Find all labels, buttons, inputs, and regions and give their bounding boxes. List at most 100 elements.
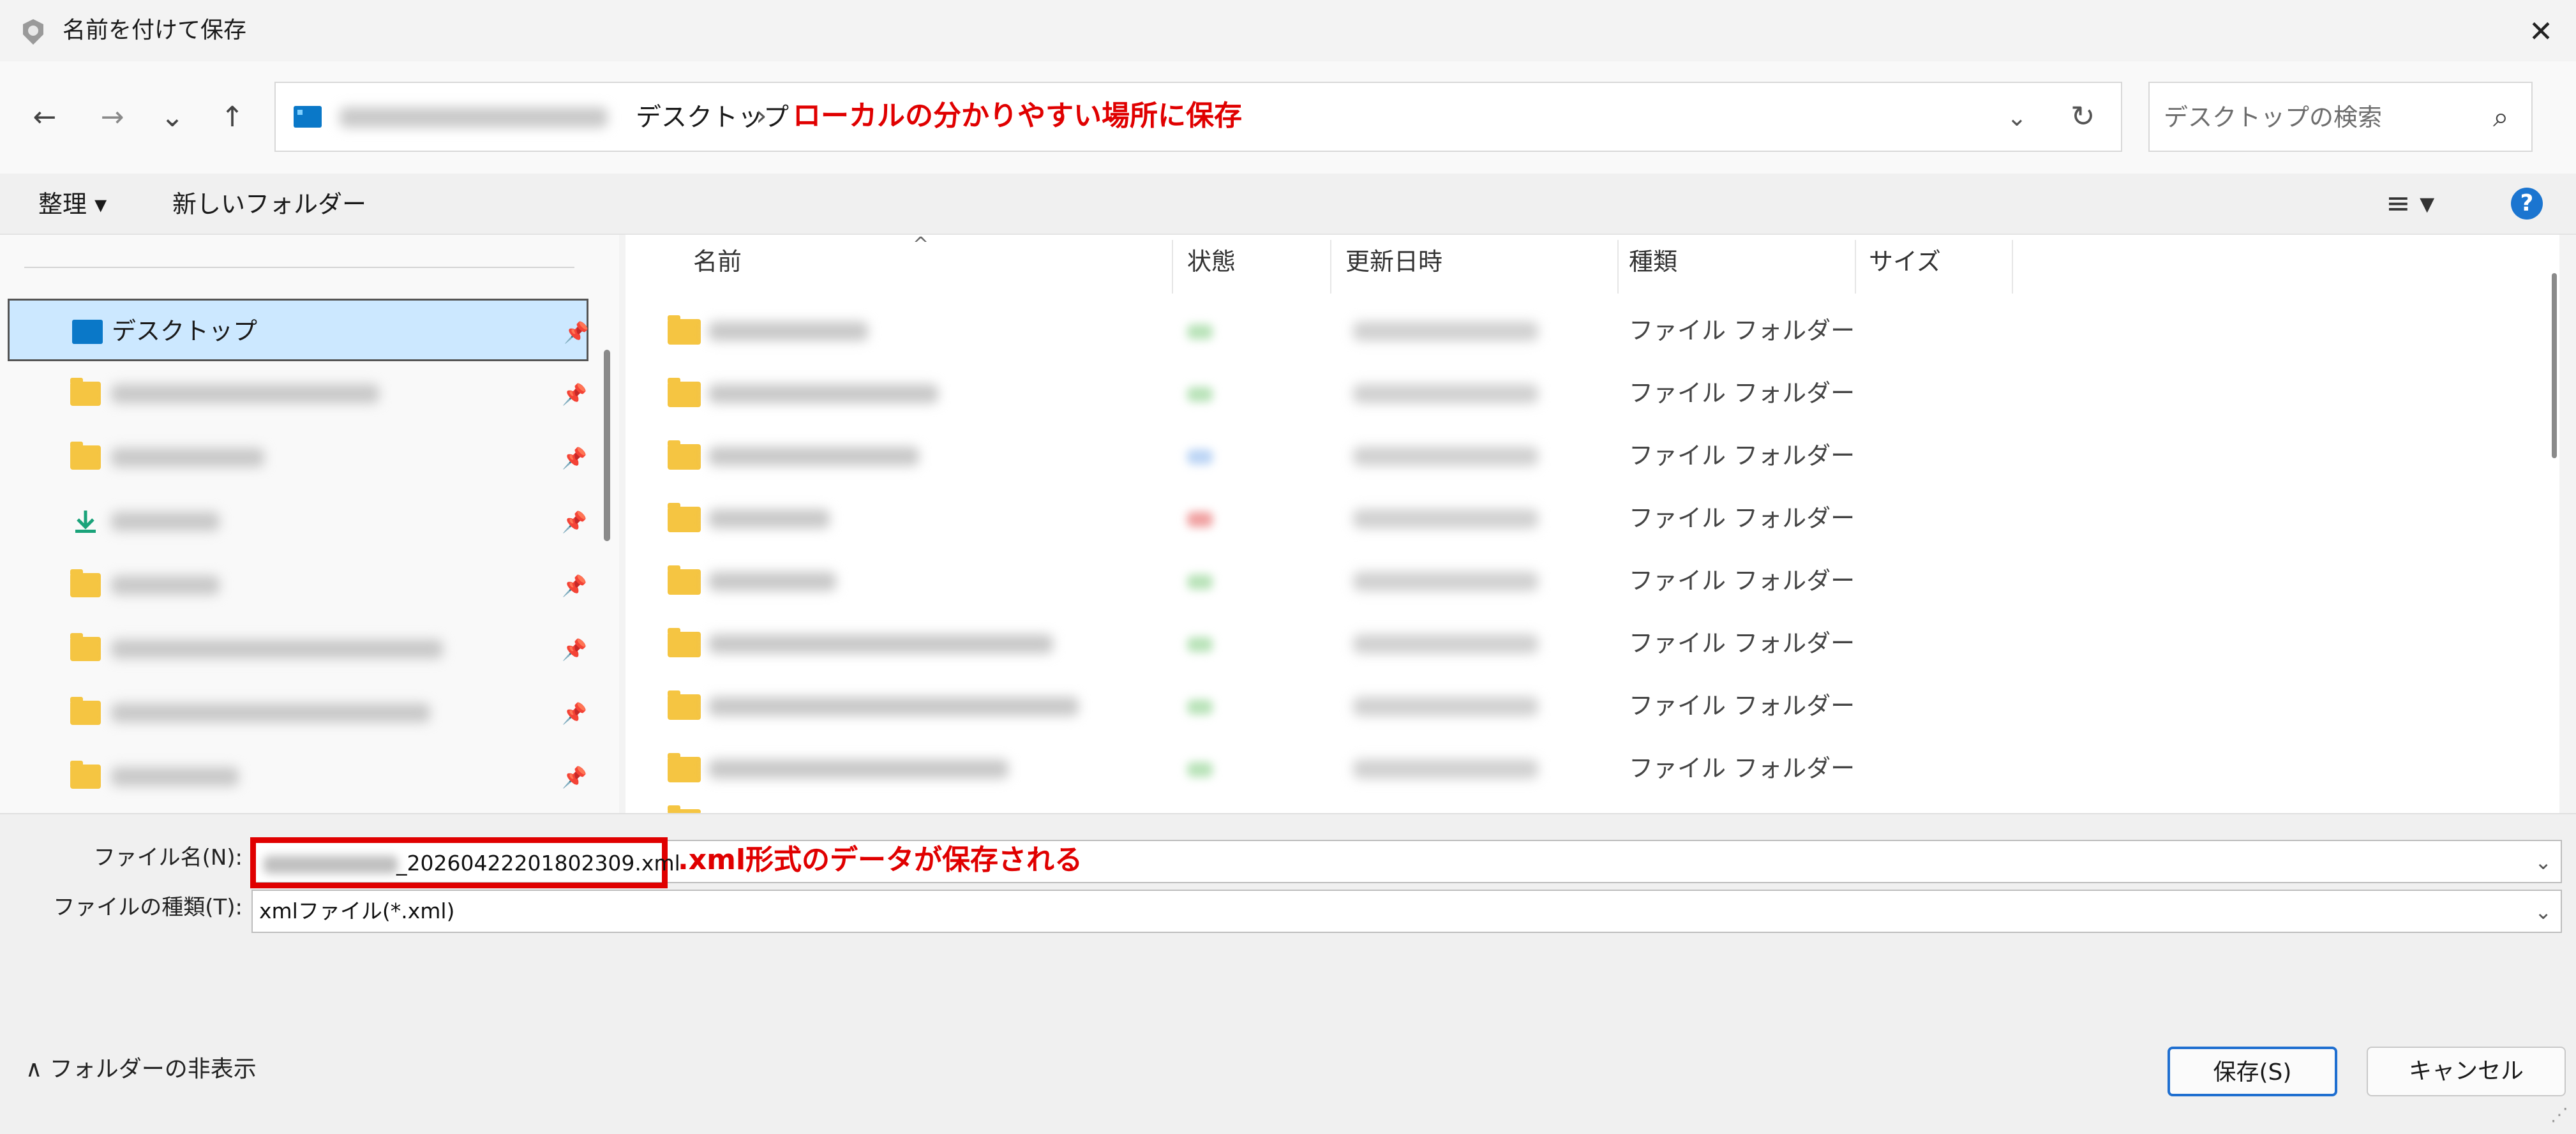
redacted-file-name bbox=[708, 447, 919, 466]
pin-icon[interactable]: 📌 bbox=[562, 762, 587, 793]
navigation-bar: ← → ⌄ ↑ デスクトップ › ローカルの分かりやすい場所に保存 ⌄ ↻ デス… bbox=[0, 61, 2576, 174]
up-icon[interactable]: ↑ bbox=[213, 98, 251, 137]
file-row[interactable]: ファイル フォルダー bbox=[625, 361, 2534, 424]
filename-value[interactable]: _20260422201802309.xml bbox=[396, 847, 680, 880]
filetype-label: ファイルの種類(T): bbox=[53, 895, 243, 920]
column-header-name[interactable]: 名前 bbox=[693, 244, 742, 280]
cancel-button[interactable]: キャンセル bbox=[2367, 1047, 2566, 1096]
sidebar-item[interactable]: 📌 bbox=[8, 426, 588, 489]
file-row[interactable]: ファイル フォルダー bbox=[625, 611, 2534, 674]
sync-status-icon bbox=[1187, 699, 1213, 715]
column-divider[interactable] bbox=[2012, 240, 2013, 294]
column-header-type[interactable]: 種類 bbox=[1629, 244, 1677, 280]
column-divider[interactable] bbox=[1617, 240, 1619, 294]
sync-status-icon bbox=[1187, 574, 1213, 590]
file-type: ファイル フォルダー bbox=[1629, 567, 1855, 595]
hide-folders-toggle[interactable]: ∧ フォルダーの非表示 bbox=[26, 1050, 257, 1089]
sync-status-icon bbox=[1187, 324, 1213, 339]
sidebar-scrollbar[interactable] bbox=[604, 350, 610, 541]
pin-icon[interactable]: 📌 bbox=[562, 571, 587, 601]
redacted-filename-prefix bbox=[264, 856, 398, 874]
filename-highlight[interactable]: _20260422201802309.xml bbox=[250, 837, 680, 888]
column-header-status[interactable]: 状態 bbox=[1187, 244, 1236, 280]
redacted-label bbox=[111, 512, 220, 531]
folder-icon bbox=[668, 690, 701, 720]
sidebar-item[interactable]: 📌 bbox=[8, 745, 588, 809]
desktop-icon bbox=[294, 106, 322, 128]
address-dropdown-icon[interactable]: ⌄ bbox=[2007, 100, 2027, 135]
help-icon[interactable]: ? bbox=[2511, 188, 2543, 220]
navigation-pane: デスクトップ 📌 📌 📌 📌 📌 📌 📌 📌 bbox=[0, 235, 619, 813]
column-divider[interactable] bbox=[1855, 240, 1856, 294]
folder-icon bbox=[70, 633, 101, 661]
pin-icon[interactable]: 📌 bbox=[564, 317, 589, 348]
file-type: ファイル フォルダー bbox=[1629, 504, 1855, 532]
folder-icon bbox=[668, 503, 701, 532]
file-list: ^ 名前 状態 更新日時 種類 サイズ ファイル フォルダー ファイル フォルダー… bbox=[625, 234, 2559, 814]
file-list-scrollbar[interactable] bbox=[2552, 273, 2557, 458]
redacted-file-name bbox=[708, 572, 836, 591]
sidebar-item-label: デスクトップ bbox=[112, 317, 258, 345]
redacted-file-name bbox=[708, 759, 1008, 779]
sidebar-item-downloads[interactable]: 📌 bbox=[8, 490, 588, 553]
sync-status-icon bbox=[1187, 512, 1213, 527]
file-row[interactable]: ファイル フォルダー bbox=[625, 549, 2534, 611]
file-type: ファイル フォルダー bbox=[1629, 754, 1855, 782]
sidebar-item[interactable]: 📌 bbox=[8, 618, 588, 680]
pin-icon[interactable]: 📌 bbox=[562, 443, 587, 474]
column-header-modified[interactable]: 更新日時 bbox=[1345, 244, 1442, 280]
redacted-modified-date bbox=[1353, 697, 1538, 716]
redacted-file-name bbox=[708, 697, 1079, 716]
sync-status-icon bbox=[1187, 387, 1213, 402]
refresh-icon[interactable]: ↻ bbox=[2071, 97, 2095, 135]
file-row[interactable]: ファイル フォルダー bbox=[625, 736, 2534, 799]
file-row[interactable]: ファイル フォルダー bbox=[625, 486, 2534, 549]
pin-icon[interactable]: 📌 bbox=[562, 634, 587, 665]
recent-locations-icon[interactable]: ⌄ bbox=[153, 98, 191, 137]
search-box[interactable]: デスクトップの検索 ⌕ bbox=[2148, 82, 2533, 152]
column-divider[interactable] bbox=[1172, 240, 1173, 294]
folder-icon bbox=[668, 753, 701, 782]
pin-icon[interactable]: 📌 bbox=[562, 507, 587, 537]
address-bar[interactable]: デスクトップ › ローカルの分かりやすい場所に保存 ⌄ ↻ bbox=[274, 82, 2122, 152]
sidebar-item[interactable]: 📌 bbox=[8, 554, 588, 616]
redacted-modified-date bbox=[1353, 509, 1538, 528]
folder-icon bbox=[668, 628, 701, 657]
pin-icon[interactable]: 📌 bbox=[562, 379, 587, 410]
redacted-modified-date bbox=[1353, 447, 1538, 466]
sidebar-item[interactable]: 📌 bbox=[8, 682, 588, 744]
filetype-select[interactable]: xmlファイル(*.xml) ⌄ bbox=[251, 890, 2562, 933]
folder-icon bbox=[668, 378, 701, 407]
filetype-dropdown-icon[interactable]: ⌄ bbox=[2535, 896, 2552, 928]
file-row[interactable]: ファイル フォルダー bbox=[625, 424, 2534, 486]
redacted-label bbox=[111, 384, 379, 403]
sidebar-item[interactable]: 📌 bbox=[8, 362, 588, 425]
column-header-size[interactable]: サイズ bbox=[1869, 244, 1941, 280]
pin-icon[interactable]: 📌 bbox=[562, 698, 587, 729]
sidebar-item-desktop[interactable]: デスクトップ 📌 bbox=[8, 299, 589, 361]
folder-icon bbox=[70, 442, 101, 470]
organize-menu[interactable]: 整理 ▾ bbox=[38, 186, 107, 222]
back-icon[interactable]: ← bbox=[26, 98, 64, 137]
search-icon[interactable]: ⌕ bbox=[2493, 100, 2509, 135]
location-annotation: ローカルの分かりやすい場所に保存 bbox=[793, 100, 1242, 132]
file-type: ファイル フォルダー bbox=[1629, 317, 1855, 345]
folder-icon bbox=[668, 565, 701, 595]
divider bbox=[24, 267, 574, 268]
view-options-icon[interactable]: ≡ ▾ bbox=[2386, 185, 2434, 221]
new-folder-button[interactable]: 新しいフォルダー bbox=[172, 186, 366, 222]
file-type: ファイル フォルダー bbox=[1629, 629, 1855, 657]
filename-dropdown-icon[interactable]: ⌄ bbox=[2535, 846, 2552, 878]
column-divider[interactable] bbox=[1330, 240, 1331, 294]
file-row[interactable]: ファイル フォルダー bbox=[625, 299, 2534, 361]
title-bar: 名前を付けて保存 ✕ bbox=[0, 0, 2576, 61]
resize-grip-icon[interactable]: ⋰ bbox=[2550, 1104, 2568, 1125]
breadcrumb-separator[interactable]: › bbox=[756, 98, 767, 134]
redacted-breadcrumb bbox=[340, 107, 608, 128]
file-row[interactable]: ファイル フォルダー bbox=[625, 674, 2534, 736]
save-button[interactable]: 保存(S) bbox=[2168, 1047, 2337, 1096]
folder-icon bbox=[668, 315, 701, 345]
file-type: ファイル フォルダー bbox=[1629, 379, 1855, 407]
forward-icon[interactable]: → bbox=[93, 98, 131, 137]
close-icon[interactable]: ✕ bbox=[2521, 11, 2561, 51]
